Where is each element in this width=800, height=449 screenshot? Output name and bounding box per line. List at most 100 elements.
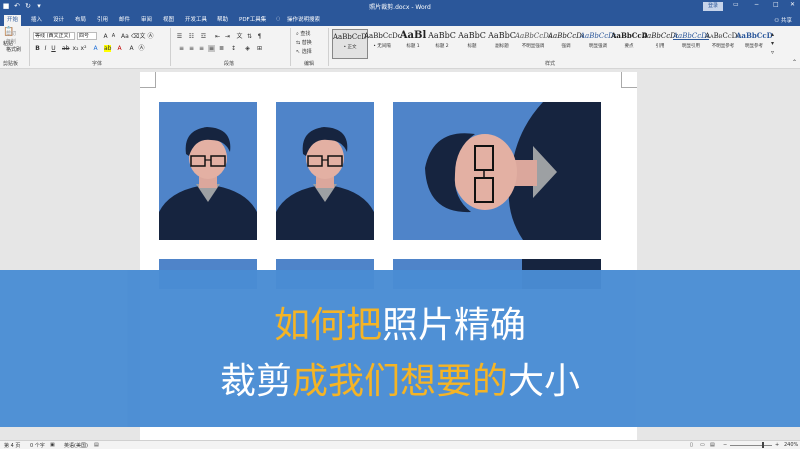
tab-layout[interactable]: 布局 [72, 15, 89, 26]
format-painter-button[interactable]: 格式刷 [6, 46, 21, 53]
bold-icon[interactable]: B [34, 45, 41, 52]
highlight-icon[interactable]: ab [104, 45, 112, 52]
tab-view[interactable]: 视图 [160, 15, 177, 26]
replace-label: 替换 [301, 40, 312, 46]
cut-button[interactable]: 剪切 [6, 30, 16, 37]
style-intense-reference[interactable]: AaBbCcDc 明显参考 [736, 29, 772, 59]
tab-review[interactable]: 审阅 [138, 15, 155, 26]
multilevel-list-icon[interactable]: ☲ [200, 33, 207, 40]
proofing-icon[interactable]: ▣ [50, 442, 55, 448]
justify-icon[interactable]: ≡ [208, 45, 215, 52]
restore-button[interactable]: □ [773, 1, 779, 8]
styles-scroll-up-icon[interactable]: ▴ [769, 31, 776, 38]
page-count[interactable]: 第 4 页 [4, 442, 20, 449]
align-left-icon[interactable]: ≡ [178, 45, 185, 52]
login-button[interactable]: 登录 [703, 2, 723, 11]
strikethrough-icon[interactable]: ab [62, 45, 70, 52]
distributed-icon[interactable]: ≣ [218, 45, 225, 52]
font-color-icon[interactable]: A [116, 45, 123, 52]
bullets-icon[interactable]: ☰ [176, 33, 183, 40]
share-button[interactable]: ⚇ 共享 [774, 16, 792, 24]
select-button[interactable]: ↖ 选择 [296, 48, 312, 55]
styles-scroll-down-icon[interactable]: ▾ [769, 40, 776, 47]
group-divider [29, 28, 30, 66]
portrait-photo[interactable] [159, 102, 257, 240]
tab-home[interactable]: 开始 [4, 15, 22, 26]
macro-record-icon[interactable]: ▤ [94, 442, 99, 448]
tell-me-search[interactable]: 操作说明搜索 [284, 15, 323, 26]
style-name: 明显参考 [745, 44, 763, 49]
sort-icon[interactable]: ⇅ [246, 33, 253, 40]
subscript-icon[interactable]: x₂ [72, 45, 79, 52]
editing-group-label: 编辑 [304, 61, 315, 67]
styles-more-icon[interactable]: ▿ [769, 49, 776, 56]
tab-references[interactable]: 引用 [94, 15, 111, 26]
tab-developer[interactable]: 开发工具 [182, 15, 210, 26]
status-bar: 第 4 页 0 个字 ▣ 英语(美国) ▤ ▯ ▭ ▤ − + 240% [0, 440, 800, 449]
web-layout-icon[interactable]: ▤ [710, 442, 715, 448]
caption-highlight: 如何把 [273, 305, 382, 346]
clear-format-icon[interactable]: ⌫ [131, 33, 139, 40]
find-label: 查找 [300, 31, 311, 37]
style-name: 不明显强调 [521, 44, 545, 49]
zoom-slider-thumb[interactable] [762, 442, 764, 448]
grow-font-icon[interactable]: A [102, 33, 109, 40]
change-case-icon[interactable]: Aa [121, 33, 129, 40]
minimize-button[interactable]: − [754, 1, 759, 8]
rotated-portrait-photo[interactable] [393, 102, 601, 240]
underline-icon[interactable]: U [50, 45, 57, 52]
font-name-select[interactable]: 等线 (西文正文) [33, 32, 75, 40]
style-emphasis[interactable]: AaBbCcDc 强调 [548, 29, 584, 59]
portrait-photo[interactable] [276, 102, 374, 240]
replace-button[interactable]: ⇆ 替换 [296, 39, 312, 46]
collapse-ribbon-icon[interactable]: ⌃ [791, 59, 798, 66]
chinese-layout-icon[interactable]: 文 [236, 33, 243, 40]
portrait-illustration [159, 102, 257, 240]
copy-button[interactable]: 复制 [6, 38, 16, 45]
italic-icon[interactable]: I [42, 45, 49, 52]
language-indicator[interactable]: 英语(美国) [64, 442, 88, 449]
shrink-font-icon[interactable]: A [110, 33, 117, 40]
tab-pdf-tools[interactable]: PDF工具集 [236, 15, 269, 26]
superscript-icon[interactable]: x² [80, 45, 87, 52]
enclose-char-icon[interactable]: Ⓐ [147, 33, 154, 40]
numbering-icon[interactable]: ☷ [188, 33, 195, 40]
close-button[interactable]: ✕ [790, 1, 795, 8]
style-normal[interactable]: AaBbCcDc • 正文 [332, 29, 368, 59]
char-border-icon[interactable]: Ⓐ [138, 45, 145, 52]
font-size-select[interactable]: 四号 [77, 32, 97, 40]
styles-group-label: 样式 [545, 61, 556, 67]
align-right-icon[interactable]: ≡ [198, 45, 205, 52]
text-effects-icon[interactable]: A [92, 45, 99, 52]
print-layout-icon[interactable]: ▭ [700, 442, 705, 448]
tab-design[interactable]: 设计 [50, 15, 67, 26]
zoom-in-button[interactable]: + [775, 442, 779, 448]
find-button[interactable]: ⌕ 查找 [296, 30, 310, 37]
tab-insert[interactable]: 插入 [28, 15, 45, 26]
tab-help[interactable]: 帮助 [214, 15, 231, 26]
show-marks-icon[interactable]: ¶ [256, 33, 263, 40]
tab-mailings[interactable]: 邮件 [116, 15, 133, 26]
portrait-illustration [276, 102, 374, 240]
read-mode-icon[interactable]: ▯ [690, 442, 693, 448]
line-spacing-icon[interactable]: ↕ [230, 45, 237, 52]
decrease-indent-icon[interactable]: ⇤ [214, 33, 221, 40]
style-preview: AaBbCcDc [515, 32, 551, 40]
margin-corner-mark [140, 72, 156, 88]
zoom-out-button[interactable]: − [723, 442, 727, 448]
word-count[interactable]: 0 个字 [30, 442, 45, 449]
style-intense-quote[interactable]: AaBbCcDc 明显引用 [673, 29, 709, 59]
zoom-level[interactable]: 240% [784, 442, 798, 448]
shading-icon[interactable]: ◈ [244, 45, 251, 52]
ribbon: 📋 粘贴 剪切 复制 格式刷 剪贴板 等线 (西文正文) 四号 A A Aa ⌫… [0, 26, 800, 69]
borders-icon[interactable]: ⊞ [256, 45, 263, 52]
char-shading-icon[interactable]: A [128, 45, 135, 52]
share-label: 共享 [780, 18, 792, 24]
ribbon-options-icon[interactable]: ▭ [733, 1, 739, 8]
phonetic-guide-icon[interactable]: 文 [139, 33, 146, 40]
style-subtle-emphasis[interactable]: AaBbCcDc 不明显强调 [515, 29, 551, 59]
zoom-slider[interactable] [730, 445, 772, 446]
increase-indent-icon[interactable]: ⇥ [224, 33, 231, 40]
select-label: 选择 [301, 49, 312, 55]
align-center-icon[interactable]: ≡ [188, 45, 195, 52]
